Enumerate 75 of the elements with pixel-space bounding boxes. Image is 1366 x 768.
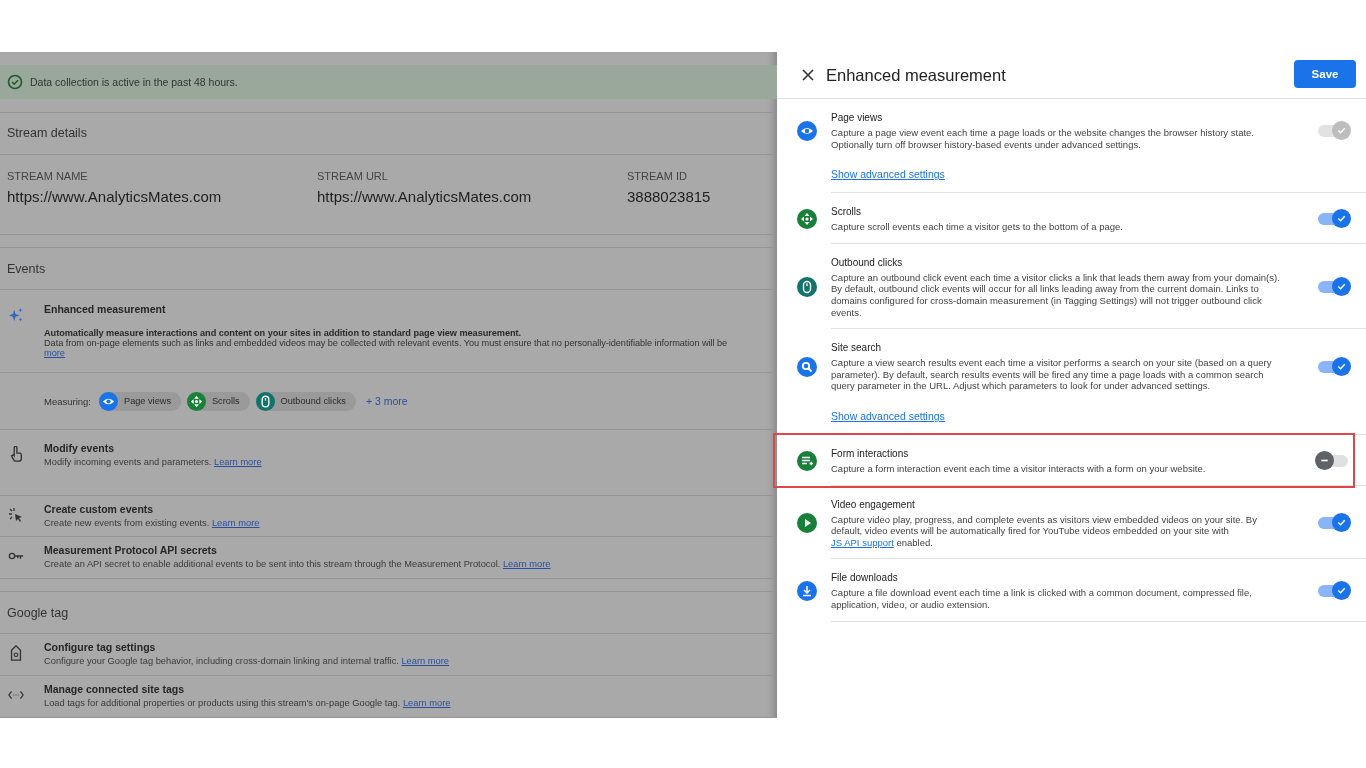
setting-description: Capture a file download event each time a link is clicked with a common document, compressed file, application, video, or audio extension. (831, 587, 1253, 611)
panel-title: Enhanced measurement (826, 65, 1007, 85)
setting-description: Capture an outbound click event each time a visitor clicks a link that leads them away from your domain(s). By default, outbound click events will occur for all links leading away from the current domain. Links to domains configured for cross-domain measurement (in Tagging Settings) will not trigger outbound click events. (831, 271, 1281, 319)
check-icon (1336, 361, 1347, 373)
item-description: Automatically measure interactions and content on your sites in addition to standard page view measurement. (44, 328, 523, 339)
field-label: STREAM ID (627, 170, 688, 182)
advanced-settings-link[interactable]: Show advanced settings (831, 409, 945, 422)
item-description: Create an API secret to enable additional events to be sent into this stream through the Measurement Protocol. Learn more (44, 559, 551, 570)
setting-description: Capture a view search results event each time a visitor performs a search on your site (based on a query parameter). By default, search results events will be fired any time a page loads with a common search query parameter in the URL. Adjust which parameters to look for under advanced settings. (831, 357, 1273, 392)
item-description: Configure your Google tag behavior, including cross-domain linking and internal traffic. Learn more (44, 656, 449, 667)
item-description: Data from on-page elements such as links and embedded videos may be collected with relevant events. You must ensure that no personally-identifiable information will be (44, 338, 728, 349)
setting-description: Capture scroll events each time a visitor gets to the bottom of a page. (831, 221, 1124, 233)
learn-more-link[interactable]: Learn more (502, 559, 551, 570)
item-title: Modify events (44, 442, 115, 455)
save-button[interactable]: Save (1294, 60, 1356, 88)
field-value: https://www.AnalyticsMates.com (317, 188, 533, 205)
setting-description: Capture video play, progress, and complete events as visitors view embedded videos on your site. By default, video events will be automatically fired for YouTube videos embedded on your site with JS API support enabled. (831, 513, 1258, 549)
section-title: Google tag (7, 605, 69, 620)
check-icon (1336, 213, 1347, 225)
field-value: 3888023815 (627, 188, 712, 205)
form-add-icon (796, 451, 817, 472)
learn-more-link[interactable]: Learn more (211, 517, 260, 528)
close-icon (802, 69, 814, 81)
item-title: Manage connected site tags (44, 683, 186, 696)
setting-title: Page views (831, 112, 884, 123)
item-title: Measurement Protocol API secrets (44, 544, 218, 557)
item-description: Create new events from existing events. Learn more (44, 517, 260, 528)
eye-icon (99, 391, 118, 411)
learn-more-link[interactable]: Learn more (401, 656, 449, 667)
setting-title: Outbound clicks (831, 256, 904, 268)
learn-more-link[interactable]: Learn more (214, 457, 262, 468)
setting-title: Form interactions (831, 447, 910, 459)
section-title: Events (7, 261, 46, 276)
download-icon (796, 581, 817, 602)
move-icon (187, 391, 206, 411)
item-description: Load tags for additional properties or products using this stream's on-page Google tag. Learn more (44, 698, 451, 709)
mouse-icon (796, 277, 817, 298)
setting-description: Capture a page view event each time a page loads or the website changes the browser history state. Optionally turn off browser history-based events under advanced settings. (831, 127, 1255, 151)
search-icon (796, 357, 817, 378)
measurement-chip[interactable]: Outbound clicks (255, 391, 356, 411)
hand-pointer-icon (8, 446, 24, 463)
field-label: STREAM NAME (7, 170, 89, 182)
item-description: Modify incoming events and parameters. Learn more (44, 457, 262, 468)
status-text: Data collection is active in the past 48 hours. (30, 75, 238, 88)
check-icon (1336, 125, 1347, 137)
field-label: STREAM URL (317, 170, 389, 182)
check-icon (1336, 585, 1347, 597)
learn-more-link[interactable]: Learn more (402, 698, 451, 709)
setting-title: File downloads (831, 572, 899, 584)
move-icon (796, 209, 817, 230)
eye-icon (796, 121, 817, 142)
check-icon (1336, 281, 1347, 293)
check-icon (1336, 517, 1347, 529)
tag-icon (8, 645, 24, 662)
setting-description: Capture a form interaction event each time a visitor interacts with a form on your website. (831, 462, 1207, 475)
check-circle-icon (7, 73, 23, 90)
measurement-chip[interactable]: Scrolls (187, 391, 250, 411)
item-title: Configure tag settings (44, 641, 157, 654)
sparkle-icon (8, 307, 24, 324)
click-icon (8, 506, 24, 523)
item-title: Enhanced measurement (44, 303, 167, 316)
setting-title: Site search (831, 342, 883, 354)
measurement-chip[interactable]: Page views (99, 391, 181, 411)
mouse-icon (255, 391, 275, 411)
item-title: Create custom events (44, 502, 155, 515)
more-link[interactable]: more (44, 348, 728, 359)
section-title: Stream details (7, 126, 87, 141)
setting-title: Scrolls (831, 206, 862, 218)
setting-title: Video engagement (831, 498, 916, 510)
field-value: https://www.AnalyticsMates.com (7, 188, 223, 205)
close-button[interactable] (802, 69, 814, 81)
play-icon (796, 513, 817, 534)
measuring-label: Measuring: (44, 395, 91, 407)
more-link[interactable]: + 3 more (365, 395, 408, 408)
js-api-link[interactable]: JS API support (831, 536, 894, 548)
